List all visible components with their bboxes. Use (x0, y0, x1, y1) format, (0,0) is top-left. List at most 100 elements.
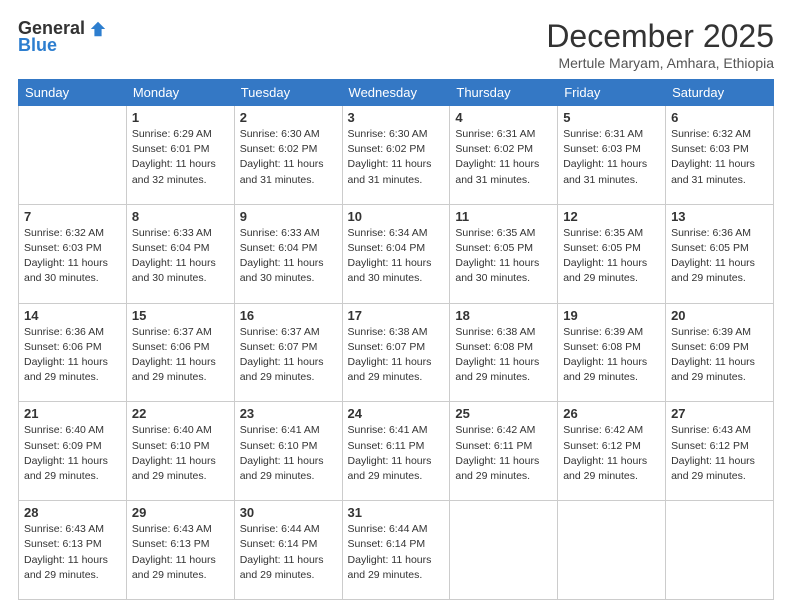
day-info: Sunrise: 6:39 AM Sunset: 6:09 PM Dayligh… (671, 325, 768, 386)
day-info: Sunrise: 6:34 AM Sunset: 6:04 PM Dayligh… (348, 226, 445, 287)
location: Mertule Maryam, Amhara, Ethiopia (546, 55, 774, 71)
calendar-cell: 5 Sunrise: 6:31 AM Sunset: 6:03 PM Daylig… (558, 106, 666, 205)
day-number: 25 (455, 406, 552, 421)
weekday-monday: Monday (126, 80, 234, 106)
day-number: 20 (671, 308, 768, 323)
calendar-cell (558, 501, 666, 600)
calendar-cell: 18 Sunrise: 6:38 AM Sunset: 6:08 PM Dayli… (450, 303, 558, 402)
day-info: Sunrise: 6:32 AM Sunset: 6:03 PM Dayligh… (671, 127, 768, 188)
calendar-cell: 11 Sunrise: 6:35 AM Sunset: 6:05 PM Dayli… (450, 204, 558, 303)
calendar-cell: 4 Sunrise: 6:31 AM Sunset: 6:02 PM Daylig… (450, 106, 558, 205)
day-number: 19 (563, 308, 660, 323)
title-block: December 2025 Mertule Maryam, Amhara, Et… (546, 18, 774, 71)
day-number: 17 (348, 308, 445, 323)
day-info: Sunrise: 6:42 AM Sunset: 6:11 PM Dayligh… (455, 423, 552, 484)
calendar-cell: 31 Sunrise: 6:44 AM Sunset: 6:14 PM Dayli… (342, 501, 450, 600)
day-info: Sunrise: 6:36 AM Sunset: 6:05 PM Dayligh… (671, 226, 768, 287)
day-info: Sunrise: 6:39 AM Sunset: 6:08 PM Dayligh… (563, 325, 660, 386)
day-number: 12 (563, 209, 660, 224)
calendar-cell: 26 Sunrise: 6:42 AM Sunset: 6:12 PM Dayli… (558, 402, 666, 501)
calendar-cell: 15 Sunrise: 6:37 AM Sunset: 6:06 PM Dayli… (126, 303, 234, 402)
weekday-sunday: Sunday (19, 80, 127, 106)
day-number: 13 (671, 209, 768, 224)
day-info: Sunrise: 6:38 AM Sunset: 6:07 PM Dayligh… (348, 325, 445, 386)
day-info: Sunrise: 6:35 AM Sunset: 6:05 PM Dayligh… (563, 226, 660, 287)
calendar-cell: 30 Sunrise: 6:44 AM Sunset: 6:14 PM Dayli… (234, 501, 342, 600)
day-number: 27 (671, 406, 768, 421)
day-info: Sunrise: 6:43 AM Sunset: 6:13 PM Dayligh… (24, 522, 121, 583)
day-info: Sunrise: 6:32 AM Sunset: 6:03 PM Dayligh… (24, 226, 121, 287)
day-number: 26 (563, 406, 660, 421)
day-number: 30 (240, 505, 337, 520)
calendar: SundayMondayTuesdayWednesdayThursdayFrid… (18, 79, 774, 600)
week-row-1: 1 Sunrise: 6:29 AM Sunset: 6:01 PM Daylig… (19, 106, 774, 205)
day-info: Sunrise: 6:31 AM Sunset: 6:02 PM Dayligh… (455, 127, 552, 188)
day-number: 9 (240, 209, 337, 224)
weekday-wednesday: Wednesday (342, 80, 450, 106)
calendar-cell: 24 Sunrise: 6:41 AM Sunset: 6:11 PM Dayli… (342, 402, 450, 501)
calendar-cell: 9 Sunrise: 6:33 AM Sunset: 6:04 PM Daylig… (234, 204, 342, 303)
day-info: Sunrise: 6:38 AM Sunset: 6:08 PM Dayligh… (455, 325, 552, 386)
day-info: Sunrise: 6:33 AM Sunset: 6:04 PM Dayligh… (132, 226, 229, 287)
day-number: 6 (671, 110, 768, 125)
weekday-tuesday: Tuesday (234, 80, 342, 106)
calendar-cell: 16Sunrise: 6:37 AM Sunset: 6:07 PM Dayli… (234, 303, 342, 402)
day-info: Sunrise: 6:35 AM Sunset: 6:05 PM Dayligh… (455, 226, 552, 287)
day-info: Sunrise: 6:30 AM Sunset: 6:02 PM Dayligh… (240, 127, 337, 188)
calendar-cell: 17 Sunrise: 6:38 AM Sunset: 6:07 PM Dayli… (342, 303, 450, 402)
week-row-5: 28 Sunrise: 6:43 AM Sunset: 6:13 PM Dayli… (19, 501, 774, 600)
day-number: 15 (132, 308, 229, 323)
calendar-cell: 1 Sunrise: 6:29 AM Sunset: 6:01 PM Daylig… (126, 106, 234, 205)
day-number: 2 (240, 110, 337, 125)
day-info: Sunrise: 6:43 AM Sunset: 6:13 PM Dayligh… (132, 522, 229, 583)
logo-blue: Blue (18, 35, 57, 56)
logo: General Blue (18, 18, 107, 56)
day-number: 24 (348, 406, 445, 421)
day-info: Sunrise: 6:41 AM Sunset: 6:10 PM Dayligh… (240, 423, 337, 484)
day-info: Sunrise: 6:42 AM Sunset: 6:12 PM Dayligh… (563, 423, 660, 484)
day-number: 11 (455, 209, 552, 224)
day-number: 5 (563, 110, 660, 125)
calendar-cell: 22 Sunrise: 6:40 AM Sunset: 6:10 PM Dayli… (126, 402, 234, 501)
calendar-cell: 8 Sunrise: 6:33 AM Sunset: 6:04 PM Daylig… (126, 204, 234, 303)
week-row-3: 14 Sunrise: 6:36 AM Sunset: 6:06 PM Dayli… (19, 303, 774, 402)
day-number: 7 (24, 209, 121, 224)
calendar-cell: 10 Sunrise: 6:34 AM Sunset: 6:04 PM Dayli… (342, 204, 450, 303)
day-info: Sunrise: 6:33 AM Sunset: 6:04 PM Dayligh… (240, 226, 337, 287)
day-info: Sunrise: 6:40 AM Sunset: 6:10 PM Dayligh… (132, 423, 229, 484)
calendar-cell: 27 Sunrise: 6:43 AM Sunset: 6:12 PM Dayli… (666, 402, 774, 501)
day-number: 28 (24, 505, 121, 520)
day-number: 4 (455, 110, 552, 125)
day-info: Sunrise: 6:37 AM Sunset: 6:06 PM Dayligh… (132, 325, 229, 386)
day-info: Sunrise: 6:41 AM Sunset: 6:11 PM Dayligh… (348, 423, 445, 484)
day-number: 29 (132, 505, 229, 520)
day-number: 1 (132, 110, 229, 125)
day-number: 10 (348, 209, 445, 224)
day-info: Sunrise: 6:43 AM Sunset: 6:12 PM Dayligh… (671, 423, 768, 484)
day-number: 18 (455, 308, 552, 323)
day-info: Sunrise: 6:36 AM Sunset: 6:06 PM Dayligh… (24, 325, 121, 386)
day-number: 22 (132, 406, 229, 421)
day-number: 31 (348, 505, 445, 520)
page: General Blue December 2025 Mertule Marya… (0, 0, 792, 612)
calendar-cell (450, 501, 558, 600)
calendar-cell (19, 106, 127, 205)
day-number: 23 (240, 406, 337, 421)
logo-icon (89, 20, 107, 38)
day-info: Sunrise: 6:44 AM Sunset: 6:14 PM Dayligh… (240, 522, 337, 583)
calendar-cell: 28 Sunrise: 6:43 AM Sunset: 6:13 PM Dayli… (19, 501, 127, 600)
day-info: Sunrise: 6:44 AM Sunset: 6:14 PM Dayligh… (348, 522, 445, 583)
day-info: Sunrise: 6:31 AM Sunset: 6:03 PM Dayligh… (563, 127, 660, 188)
day-number: 14 (24, 308, 121, 323)
day-number: 8 (132, 209, 229, 224)
day-number: 3 (348, 110, 445, 125)
calendar-cell: 19 Sunrise: 6:39 AM Sunset: 6:08 PM Dayli… (558, 303, 666, 402)
day-info: Sunrise: 6:40 AM Sunset: 6:09 PM Dayligh… (24, 423, 121, 484)
day-number: 21 (24, 406, 121, 421)
calendar-cell: 23 Sunrise: 6:41 AM Sunset: 6:10 PM Dayli… (234, 402, 342, 501)
calendar-cell: 29 Sunrise: 6:43 AM Sunset: 6:13 PM Dayli… (126, 501, 234, 600)
day-info: Sunrise: 6:30 AM Sunset: 6:02 PM Dayligh… (348, 127, 445, 188)
day-info: Sunrise: 6:29 AM Sunset: 6:01 PM Dayligh… (132, 127, 229, 188)
calendar-cell: 12 Sunrise: 6:35 AM Sunset: 6:05 PM Dayli… (558, 204, 666, 303)
calendar-cell: 6 Sunrise: 6:32 AM Sunset: 6:03 PM Daylig… (666, 106, 774, 205)
